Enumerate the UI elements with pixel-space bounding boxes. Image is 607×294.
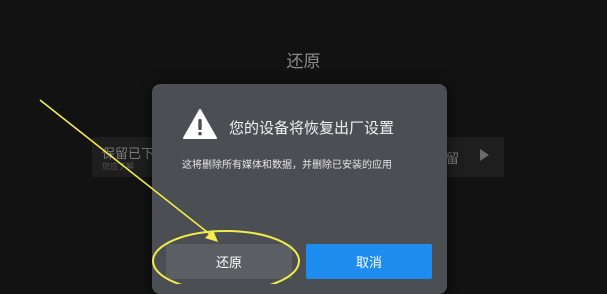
background-option-label: 保留已下 [102,147,155,162]
dialog-title: 您的设备将恢复出厂设置 [229,119,395,137]
page-title: 还原 [286,52,321,72]
restore-button[interactable]: 还原 [166,244,292,279]
play-icon [480,149,489,161]
factory-reset-dialog: 您的设备将恢复出厂设置 这将删除所有媒体和数据，并删除已安装的应用 还原 取消 [152,84,447,294]
background-option-label-right: 留 [446,152,460,167]
dialog-message: 这将删除所有媒体和数据，并删除已安装的应用 [182,160,392,171]
background-option-subtext: 您应了解 [102,162,134,171]
warning-icon [183,109,217,139]
cancel-button[interactable]: 取消 [306,244,432,279]
